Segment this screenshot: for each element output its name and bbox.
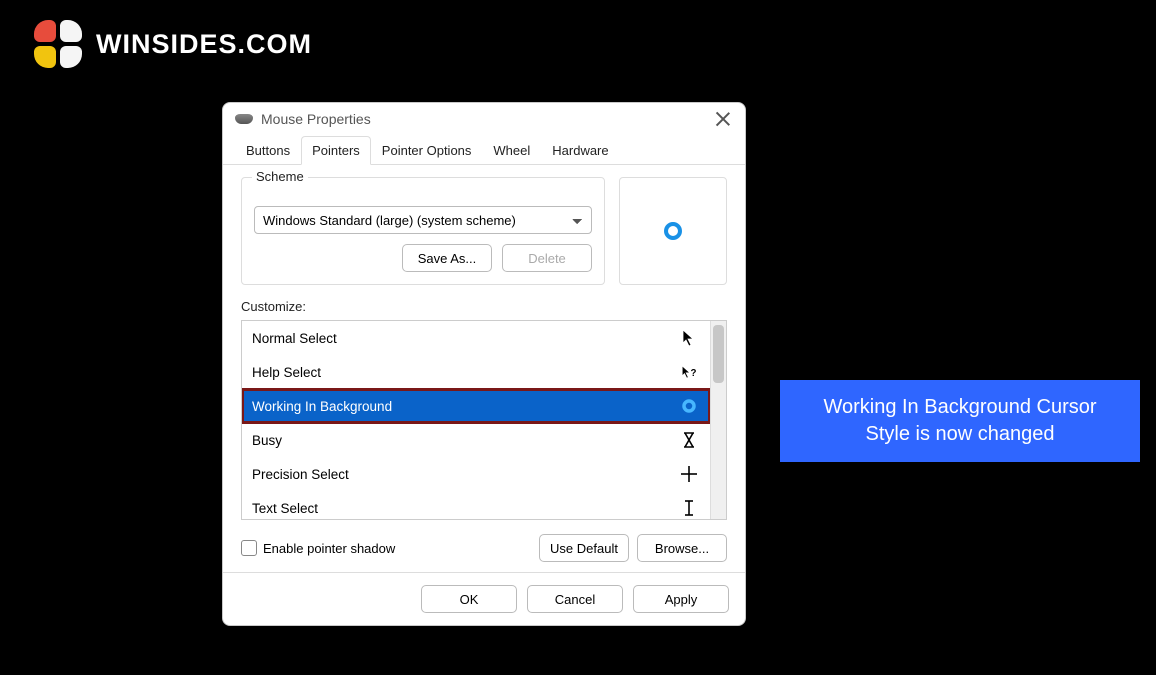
cursor-list: Normal Select Help Select? Working In Back… [241,320,727,520]
customize-label: Customize: [241,299,727,314]
cursor-label: Normal Select [252,331,337,346]
tab-buttons[interactable]: Buttons [235,136,301,165]
cursor-list-item[interactable]: Busy [242,423,710,457]
enable-shadow-checkbox[interactable]: Enable pointer shadow [241,540,395,556]
scheme-select[interactable]: Windows Standard (large) (system scheme) [254,206,592,234]
scheme-group: Scheme Windows Standard (large) (system … [241,177,605,285]
callout-line2: Style is now changed [798,421,1122,448]
checkbox-icon[interactable] [241,540,257,556]
tab-hardware[interactable]: Hardware [541,136,619,165]
close-icon[interactable] [715,111,731,127]
cursor-list-item[interactable]: Help Select? [242,355,710,389]
use-default-button[interactable]: Use Default [539,534,629,562]
cursor-list-item[interactable]: Normal Select [242,321,710,355]
mouse-icon [235,114,253,124]
ok-button[interactable]: OK [421,585,517,613]
tab-wheel[interactable]: Wheel [482,136,541,165]
scheme-legend: Scheme [252,169,308,184]
scrollbar-thumb[interactable] [713,325,724,383]
arrow-q-icon: ? [678,363,700,381]
brand-logo-icon [34,20,82,68]
cursor-list-item[interactable]: Precision Select [242,457,710,491]
cursor-label: Precision Select [252,467,349,482]
apply-button[interactable]: Apply [633,585,729,613]
browse-button[interactable]: Browse... [637,534,727,562]
brand-logo-text: WINSIDES.COM [96,29,312,60]
annotation-callout: Working In Background Cursor Style is no… [780,380,1140,462]
hourglass-icon [678,431,700,449]
enable-shadow-label: Enable pointer shadow [263,541,395,556]
cancel-button[interactable]: Cancel [527,585,623,613]
arrow-icon [678,329,700,347]
cursor-label: Text Select [252,501,318,516]
brand-logo: WINSIDES.COM [34,20,312,68]
cursor-list-item[interactable]: Working In Background [242,389,710,423]
tab-strip: Buttons Pointers Pointer Options Wheel H… [223,135,745,165]
callout-line1: Working In Background Cursor [798,394,1122,421]
mouse-properties-dialog: Mouse Properties Buttons Pointers Pointe… [222,102,746,626]
scrollbar[interactable] [710,321,726,519]
delete-button[interactable]: Delete [502,244,592,272]
cursor-label: Help Select [252,365,321,380]
ring-cursor-icon [664,222,682,240]
cross-icon [678,465,700,483]
svg-text:?: ? [691,368,697,379]
cursor-list-item[interactable]: Text Select [242,491,710,519]
titlebar[interactable]: Mouse Properties [223,103,745,135]
tab-pointers[interactable]: Pointers [301,136,371,165]
ibeam-icon [678,499,700,517]
save-as-button[interactable]: Save As... [402,244,492,272]
dialog-footer: OK Cancel Apply [223,572,745,625]
cursor-label: Busy [252,433,282,448]
dialog-title: Mouse Properties [261,111,371,127]
cursor-label: Working In Background [252,399,392,414]
tab-pointer-options[interactable]: Pointer Options [371,136,483,165]
cursor-preview [619,177,727,285]
ring-icon [678,397,700,415]
